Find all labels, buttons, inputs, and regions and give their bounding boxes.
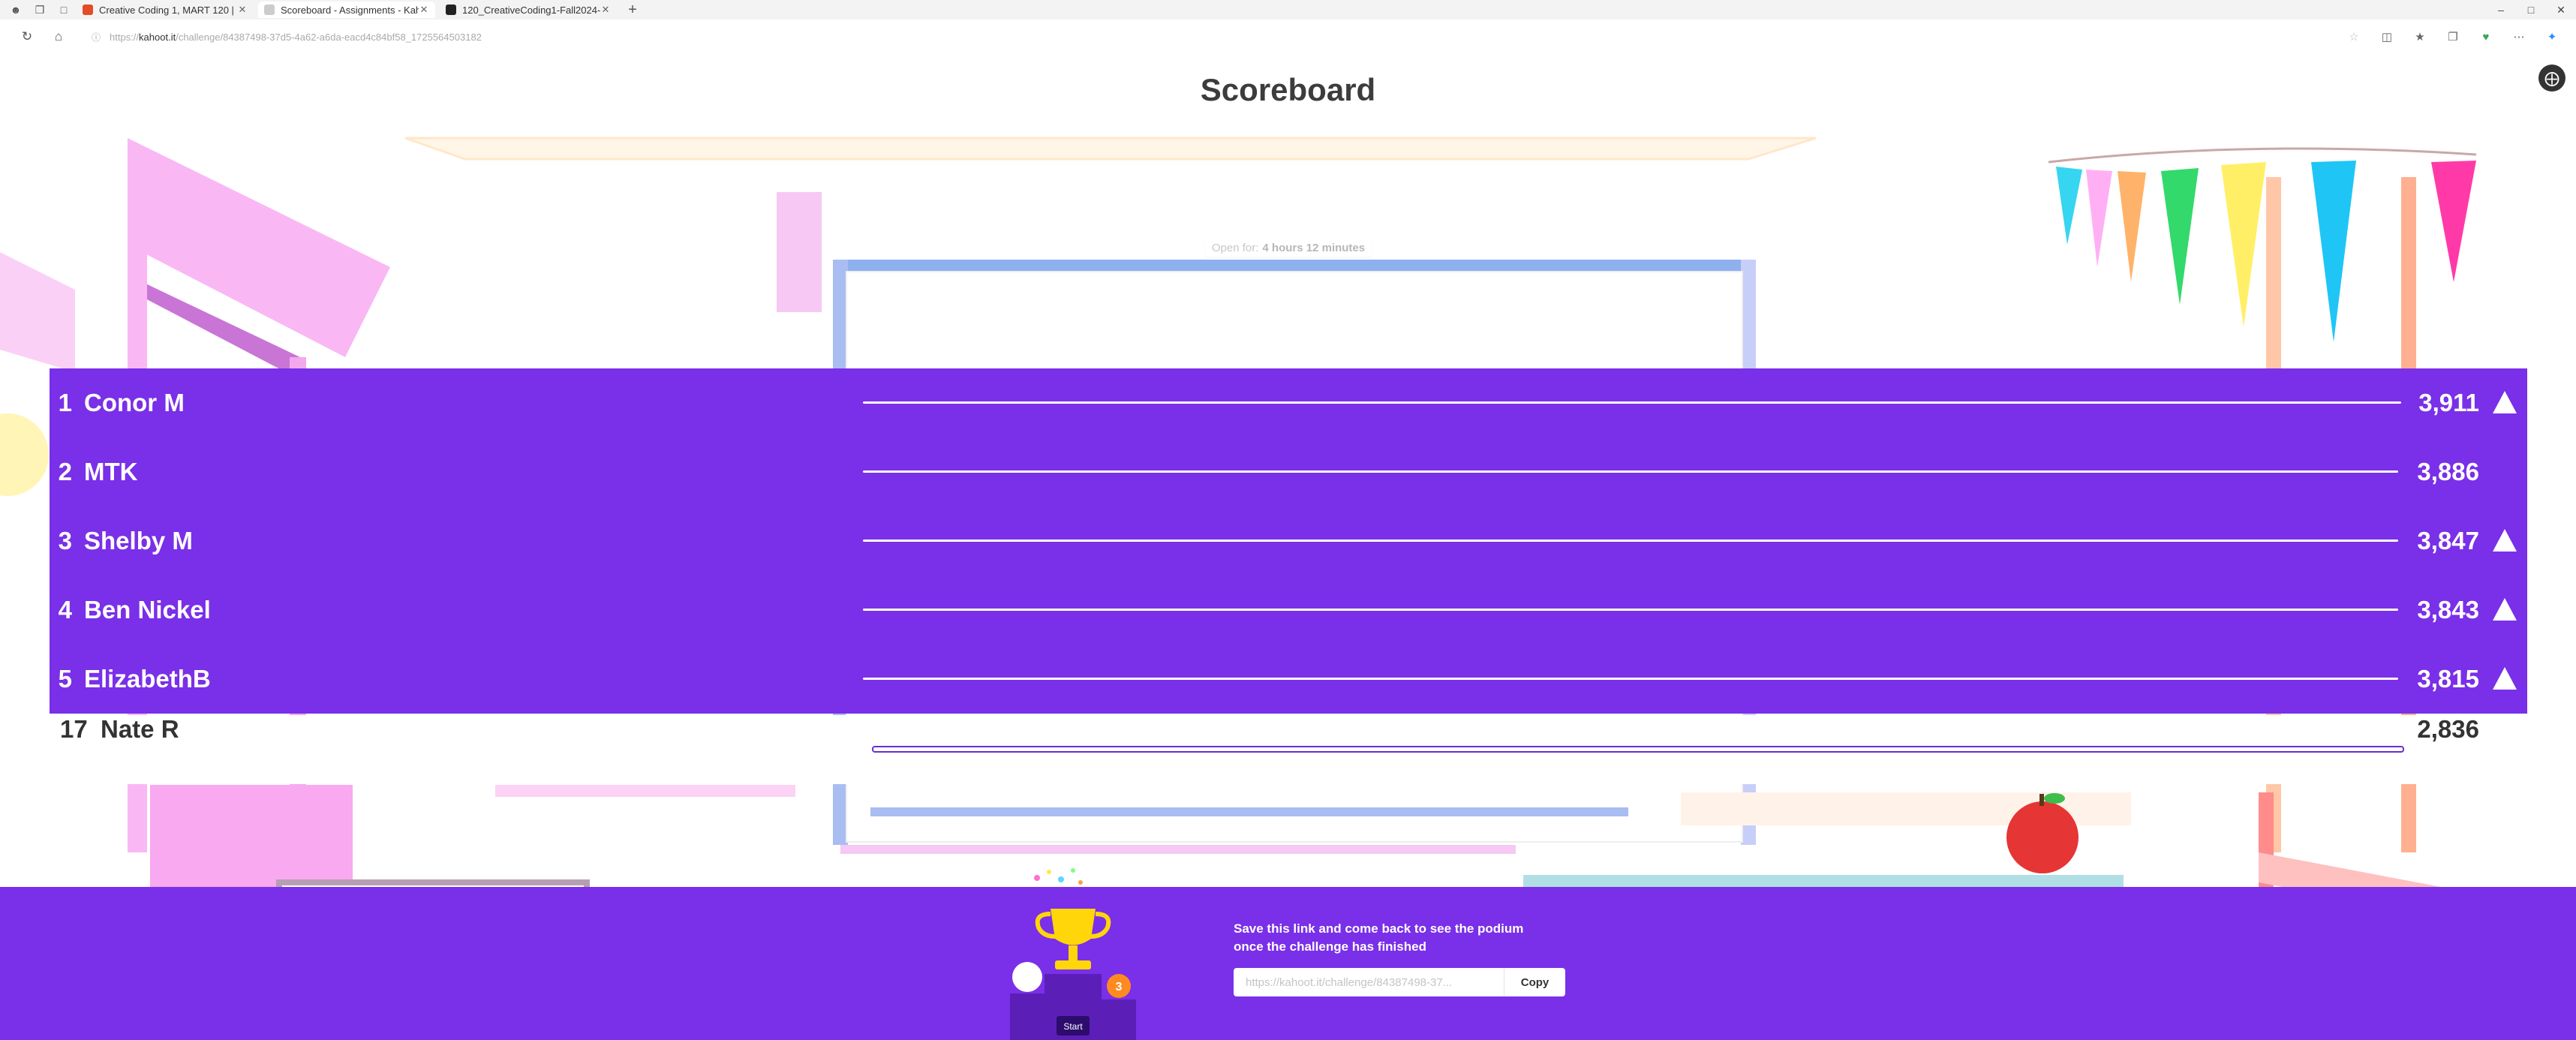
address-bar[interactable]: ⓘ https://kahoot.it/challenge/84387498-3… [92, 26, 1517, 48]
split-screen-icon[interactable]: ◫ [2370, 30, 2403, 44]
new-tab-button[interactable]: + [624, 2, 641, 19]
player-name: ElizabethB [84, 665, 211, 693]
score-bar [872, 746, 2404, 753]
tab-favicon-icon [83, 5, 93, 15]
challenge-link-text[interactable]: https://kahoot.it/challenge/84387498-37.… [1234, 976, 1504, 989]
player-name: Ben Nickel [84, 596, 211, 624]
url-host: kahoot.it [139, 31, 176, 43]
player-rank: 3 [58, 527, 72, 555]
player-score: 2,836 [2417, 715, 2479, 743]
player-rank: 2 [58, 458, 72, 485]
copilot-icon[interactable]: ✦ [2535, 30, 2568, 44]
tab-title: 120_CreativeCoding1-Fall2024-1 [462, 4, 600, 16]
tab-actions-icon[interactable]: □ [56, 2, 72, 18]
score-bar [863, 401, 2401, 404]
browser-tab[interactable]: Scoreboard - Assignments - Kah ✕ [258, 2, 435, 18]
player-rank: 1 [58, 389, 72, 416]
challenge-link-field[interactable]: https://kahoot.it/challenge/84387498-37.… [1234, 968, 1565, 996]
current-player-row: 17 Nate R 2,836 [50, 715, 2527, 784]
podium-banner: 3 Start Save this link and come back to … [0, 868, 2576, 1040]
profile-icon[interactable]: ☻ [8, 2, 24, 18]
save-link-line-2: once the challenge has finished [1234, 939, 1426, 954]
kahoot-page: Scoreboard ⨁ Open for: 4 hours 12 minute… [0, 54, 2576, 1040]
tab-favicon-icon [446, 5, 456, 15]
save-link-message: Save this link and come back to see the … [1234, 920, 1523, 956]
tab-favicon-icon [264, 5, 275, 15]
fullscreen-icon[interactable]: ⨁ [2538, 65, 2565, 92]
score-bar [863, 470, 2398, 473]
refresh-icon[interactable]: ↻ [17, 26, 38, 47]
tab-title: Creative Coding 1, MART 120 | H [99, 4, 237, 16]
third-place-number: 3 [1116, 981, 1123, 993]
close-tab-icon[interactable]: ✕ [419, 4, 429, 16]
player-name: Conor M [84, 389, 185, 416]
score-bar [863, 609, 2398, 611]
score-bar [863, 540, 2398, 542]
rank-up-arrow-icon [2493, 391, 2517, 413]
maximize-icon[interactable]: □ [2516, 0, 2546, 20]
browser-tab-bar: ☻ ❐ □ Creative Coding 1, MART 120 | H ✕ Sc… [0, 0, 2576, 20]
leaderboard-row: 5 ElizabethB 3,815 [50, 645, 2527, 714]
player-name: Shelby M [84, 527, 193, 555]
more-menu-icon[interactable]: ⋯ [2502, 30, 2535, 44]
player-rank: 4 [58, 596, 72, 624]
open-for-label: Open for: [1211, 241, 1259, 254]
podium-start-label: Start [1063, 1021, 1083, 1032]
player-score: 3,843 [2417, 596, 2479, 624]
leaderboard-row: 1 Conor M 3,911 [50, 368, 2527, 437]
browser-tab[interactable]: 120_CreativeCoding1-Fall2024-1 ✕ [440, 2, 617, 18]
rank-up-arrow-icon [2493, 667, 2517, 690]
open-for-badge: Open for: 4 hours 12 minutes [1205, 239, 1372, 257]
player-score: 3,911 [2418, 389, 2479, 416]
workspaces-icon[interactable]: ❐ [32, 2, 48, 18]
close-tab-icon[interactable]: ✕ [600, 4, 611, 16]
favorites-icon[interactable]: ★ [2403, 30, 2436, 44]
leaderboard-row: 4 Ben Nickel 3,843 [50, 576, 2527, 645]
close-window-icon[interactable]: ✕ [2546, 0, 2576, 20]
collections-icon[interactable]: ❐ [2436, 30, 2469, 44]
home-icon[interactable]: ⌂ [48, 26, 69, 47]
player-score: 3,886 [2417, 458, 2479, 485]
player-name: Nate R [101, 715, 179, 743]
favorite-star-icon[interactable]: ☆ [2337, 30, 2370, 44]
minimize-icon[interactable]: – [2486, 0, 2516, 20]
copy-link-button[interactable]: Copy [1504, 968, 1565, 996]
browser-tab[interactable]: Creative Coding 1, MART 120 | H ✕ [77, 2, 254, 18]
player-score: 3,847 [2417, 527, 2479, 555]
save-link-line-1: Save this link and come back to see the … [1234, 921, 1524, 936]
browser-essentials-icon[interactable]: ♥ [2469, 31, 2502, 44]
rank-up-arrow-icon [2493, 598, 2517, 621]
url-path: /challenge/84387498-37d5-4a62-a6da-eacd4… [176, 31, 482, 43]
leaderboard: 1 Conor M 3,911 2 MTK 3,886 3 Shelby M 3,847 4 Ben… [50, 368, 2527, 714]
player-rank: 17 [60, 715, 88, 743]
open-for-value: 4 hours 12 minutes [1262, 241, 1366, 254]
player-rank: 5 [58, 665, 72, 693]
url-prefix: https:// [110, 31, 140, 43]
tab-title: Scoreboard - Assignments - Kah [281, 4, 419, 16]
close-tab-icon[interactable]: ✕ [237, 4, 248, 16]
player-name: MTK [84, 458, 138, 485]
leaderboard-row: 2 MTK 3,886 [50, 437, 2527, 506]
page-title: Scoreboard [1200, 72, 1376, 107]
info-icon[interactable]: ⓘ [92, 31, 101, 44]
leaderboard-row: 3 Shelby M 3,847 [50, 506, 2527, 576]
score-bar [863, 678, 2398, 680]
browser-toolbar: ↻ ⌂ ⓘ https://kahoot.it/challenge/843874… [0, 20, 2576, 54]
rank-up-arrow-icon [2493, 529, 2517, 552]
trophy-podium-illustration: 3 Start [1010, 868, 1136, 1040]
player-score: 3,815 [2417, 665, 2479, 693]
